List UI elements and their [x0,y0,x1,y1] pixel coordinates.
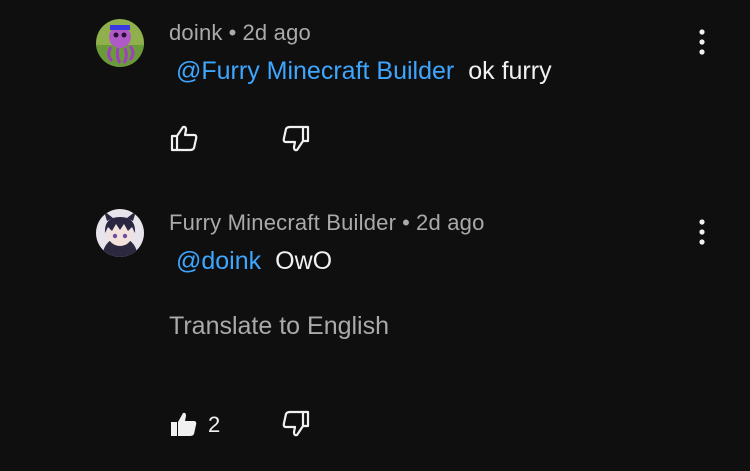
timestamp[interactable]: 2d ago [416,210,485,235]
thumb-down-icon [282,125,310,152]
like-count: 2 [208,412,221,437]
dislike-button[interactable] [281,409,311,444]
comment-body: @doink OwO [176,247,332,276]
comment-text: OwO [275,247,333,275]
like-button[interactable] [169,123,199,158]
comment-meta: doink • 2d ago [169,20,311,46]
more-vert-icon [699,219,705,245]
more-options-button[interactable] [690,28,714,58]
avatar-image [96,209,144,257]
avatar-image [96,19,144,67]
more-options-button[interactable] [690,218,714,248]
mention-link[interactable]: @doink [176,247,261,275]
thumb-down-icon [282,410,310,437]
mention-link[interactable]: @Furry Minecraft Builder [176,57,454,85]
meta-separator: • [402,210,411,235]
comment-text: ok furry [468,57,552,85]
dislike-button[interactable] [281,124,311,159]
thumb-up-icon [170,125,198,152]
timestamp[interactable]: 2d ago [243,20,312,45]
comment-meta: Furry Minecraft Builder • 2d ago [169,210,485,236]
translate-link[interactable]: Translate to English [169,312,389,341]
avatar-furry-minecraft-builder[interactable] [96,209,144,257]
more-vert-icon [699,29,705,55]
comment-1: doink • 2d ago @Furry Minecraft Builder ok … [0,0,750,190]
thumb-up-icon [171,412,197,436]
comment-2: Furry Minecraft Builder • 2d ago @doink OwO… [0,190,750,471]
comment-body: @Furry Minecraft Builder ok furry [176,57,552,86]
meta-separator: • [228,20,237,45]
author-name[interactable]: doink [169,20,223,45]
like-button[interactable] [169,409,199,444]
author-name[interactable]: Furry Minecraft Builder [169,210,396,235]
avatar-doink[interactable] [96,19,144,67]
